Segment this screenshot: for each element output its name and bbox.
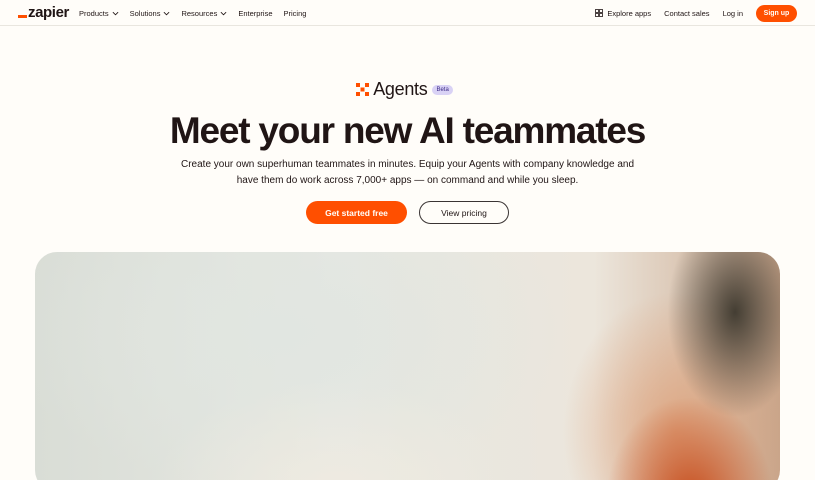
- login-link[interactable]: Log in: [723, 9, 743, 18]
- chevron-down-icon: [220, 11, 227, 15]
- signup-label: Sign up: [763, 9, 790, 17]
- explore-apps-label: Explore apps: [607, 8, 652, 18]
- view-pricing-label: View pricing: [441, 207, 487, 218]
- nav-solutions[interactable]: Solutions: [130, 9, 171, 18]
- product-badge: Agents Beta: [0, 79, 815, 100]
- beta-badge: Beta: [432, 84, 453, 95]
- nav-pricing-label: Pricing: [283, 8, 307, 18]
- zapier-logo[interactable]: zapier: [18, 4, 69, 21]
- nav-enterprise-label: Enterprise: [238, 8, 273, 18]
- contact-sales-label: Contact sales: [664, 8, 710, 18]
- nav-resources[interactable]: Resources: [181, 9, 227, 18]
- nav-pricing[interactable]: Pricing: [284, 9, 307, 18]
- nav-resources-label: Resources: [181, 8, 218, 18]
- hero-subtext-line-1: Create your own superhuman teammates in …: [180, 159, 635, 170]
- view-pricing-button[interactable]: View pricing: [419, 201, 509, 224]
- chevron-down-icon: [112, 11, 119, 15]
- agents-logo-icon: [356, 83, 370, 96]
- top-nav: zapier Products Solutions Resources Ente…: [0, 0, 815, 26]
- hero-subtext: Create your own superhuman teammates in …: [0, 157, 815, 189]
- nav-enterprise[interactable]: Enterprise: [238, 9, 272, 18]
- secondary-nav: Explore apps Contact sales Log in Sign u…: [595, 0, 797, 26]
- chevron-down-icon: [164, 11, 170, 15]
- hero-cta-group: Get started free View pricing: [0, 201, 815, 224]
- explore-apps-link[interactable]: Explore apps: [595, 9, 651, 18]
- hero-subtext-line-2: have them do work across 7,000+ apps — o…: [236, 175, 579, 186]
- contact-sales-link[interactable]: Contact sales: [664, 9, 709, 18]
- login-label: Log in: [722, 8, 743, 18]
- signup-button[interactable]: Sign up: [756, 4, 797, 22]
- agents-lockup: Agents Beta: [356, 79, 453, 100]
- nav-products-label: Products: [79, 8, 109, 18]
- get-started-label: Get started free: [325, 207, 388, 218]
- app-grid-icon: [595, 9, 604, 17]
- hero-headline: Meet your new AI teammates: [169, 110, 647, 151]
- logo-text: zapier: [28, 4, 69, 21]
- get-started-button[interactable]: Get started free: [306, 201, 407, 224]
- hero-media-image: [35, 252, 780, 480]
- primary-nav: Products Solutions Resources Enterprise …: [79, 0, 317, 26]
- logo-underscore-mark: [18, 15, 27, 18]
- nav-products[interactable]: Products: [79, 9, 119, 18]
- product-name: Agents: [373, 79, 428, 99]
- nav-solutions-label: Solutions: [129, 8, 161, 18]
